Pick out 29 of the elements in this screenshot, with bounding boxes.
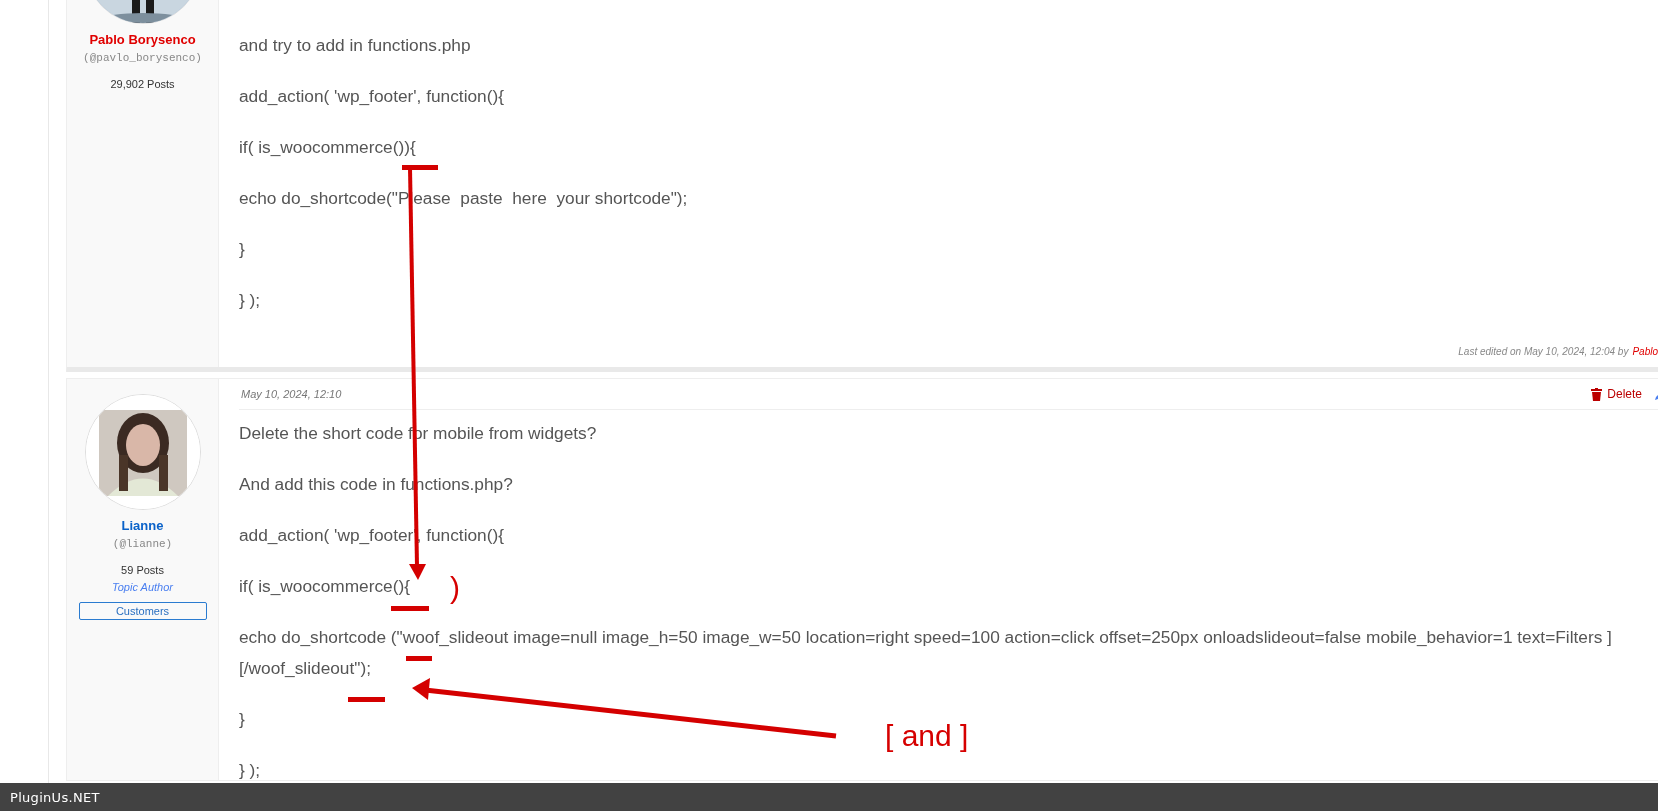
post-text: echo do_shortcode ("woof_slideout image=null image_h=50 image_w=50 location=right speed=100 action=click offset=250px onloadslideout=false mobile_behavior=1 text=Filters ] [239, 627, 1612, 647]
post-text: if( is_woocommerce()){ [239, 137, 416, 157]
user-group-tag: Customers [78, 602, 207, 620]
post-date: May 10, 2024, 12:10 [240, 388, 342, 400]
site-name[interactable]: PluginUs.NET [10, 789, 100, 805]
post-text: } [239, 239, 245, 259]
annotation-text: [ and ] [885, 720, 969, 752]
edit-note: Last edited on May 10, 2024, 12:04 by [1458, 346, 1629, 357]
post-text: } [239, 709, 245, 729]
author-role: Topic Author [112, 581, 173, 593]
author-name[interactable]: Pablo Borysenco [89, 32, 196, 48]
post-text: [/woof_slideout"); [239, 658, 371, 678]
delete-button[interactable]: Delete [1591, 387, 1642, 401]
post-text: add_action( 'wp_footer', function(){ [239, 86, 505, 106]
author-name[interactable]: Lianne [121, 518, 164, 534]
editor-link[interactable]: Pablo [1632, 346, 1658, 357]
author-handle: (@pavlo_borysenco) [83, 52, 202, 64]
underline-mark [348, 697, 385, 702]
post-count: 29,902 Posts [110, 78, 175, 90]
post-text: } ); [239, 760, 261, 780]
post-text: and try to add in functions.php [239, 35, 471, 55]
trash-icon [1591, 387, 1603, 401]
underline-mark [391, 606, 429, 611]
post-text: } ); [239, 290, 261, 310]
underline-mark [406, 656, 432, 661]
annotation-text: ) [450, 572, 460, 604]
author-handle: (@lianne) [112, 538, 173, 550]
post-count: 59 Posts [121, 564, 164, 576]
post-text: if( is_woocommerce(){ [239, 576, 410, 596]
